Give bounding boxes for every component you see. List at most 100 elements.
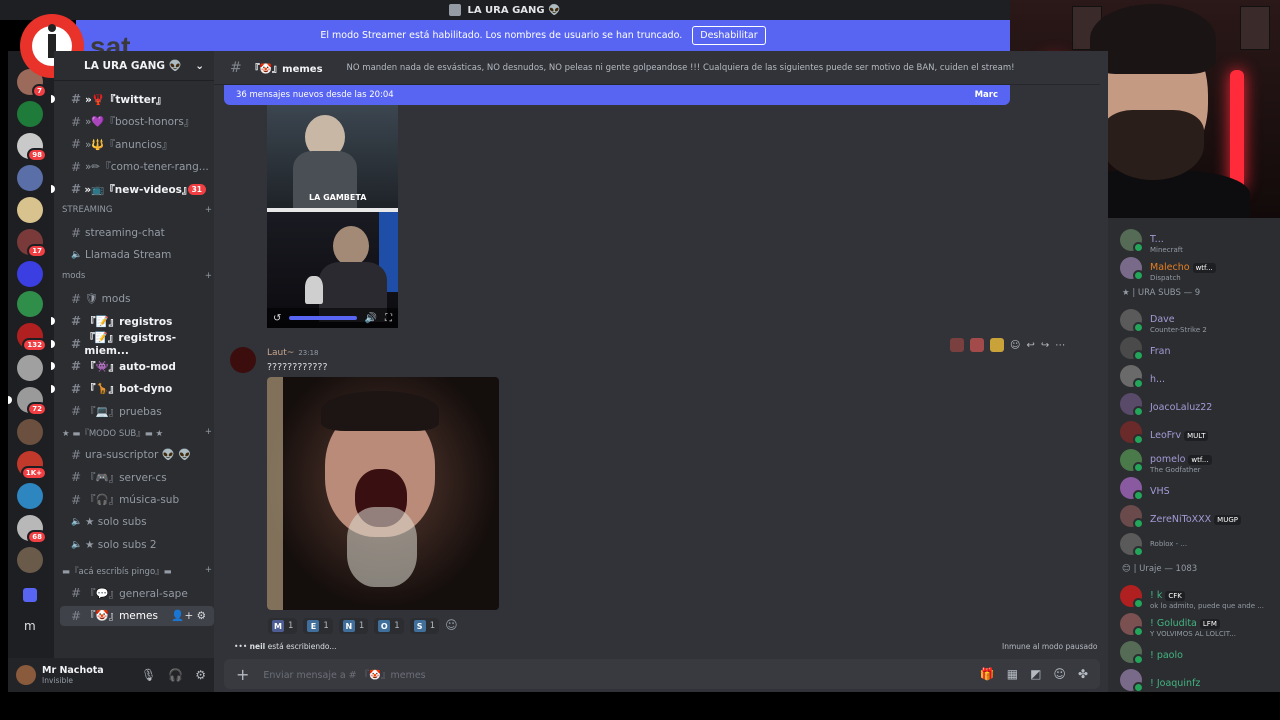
add-channel-icon[interactable]: + [205, 271, 212, 281]
server-header[interactable]: LA URA GANG 👽 ⌄ [54, 51, 214, 81]
add-channel-icon[interactable]: + [205, 565, 212, 577]
microphone-icon[interactable]: 🎙 [141, 668, 156, 682]
add-reaction-icon[interactable]: ☺ [445, 618, 458, 634]
server-icon[interactable] [17, 547, 43, 573]
reply-icon[interactable]: ↩ [1026, 340, 1034, 351]
composer-placeholder[interactable]: Enviar mensaje a # 『🤡』memes [263, 667, 425, 681]
member-item[interactable]: T... Minecraft [1120, 226, 1280, 254]
channel-item[interactable]: # »📺『new-videos』 31 [51, 179, 214, 199]
reaction-button[interactable]: M1 [268, 618, 298, 634]
channel-item[interactable]: # »🔱『anuncios』 [54, 134, 214, 154]
add-reaction-icon[interactable]: ☺ [1010, 340, 1020, 351]
channel-item[interactable]: # 『💬』general-sape [54, 583, 214, 603]
server-icon[interactable] [17, 165, 43, 191]
server-icon[interactable]: 72 [8, 387, 47, 416]
gear-icon[interactable]: ⚙ [195, 668, 206, 682]
volume-icon[interactable]: 🔊 [365, 313, 377, 324]
fullscreen-icon[interactable]: ⛶ [385, 313, 392, 324]
member-item[interactable]: ! k CFK ok lo admito, puede que ande ... [1120, 582, 1280, 610]
add-channel-icon[interactable]: + [205, 427, 212, 439]
channel-item[interactable]: # 『📝』registros-miem... [51, 332, 214, 357]
reaction-button[interactable]: O1 [374, 618, 404, 634]
server-icon[interactable] [17, 419, 43, 445]
reaction-button[interactable]: N1 [338, 618, 369, 634]
member-item[interactable]: ZereNiToXXX MUGP [1120, 502, 1280, 530]
add-attachment-icon[interactable]: + [236, 665, 249, 684]
reaction-shortcut-icon[interactable] [970, 338, 984, 352]
channel-topic[interactable]: NO manden nada de esvásticas, NO desnudo… [347, 63, 1015, 73]
more-icon[interactable]: ⋯ [1055, 340, 1065, 351]
reaction-shortcut-icon[interactable] [990, 338, 1004, 352]
embed-video-frame[interactable]: ↺ 🔊 ⛶ [267, 212, 398, 328]
member-item[interactable]: h... [1120, 362, 1280, 390]
server-icon[interactable] [17, 197, 43, 223]
new-messages-bar[interactable]: 36 mensajes nuevos desde las 20:04 Marc [224, 85, 1010, 105]
mark-read-button[interactable]: Marc [975, 90, 998, 100]
channel-item[interactable]: # »🦞『twitter』 [51, 89, 214, 109]
server-icon[interactable]: 132 [17, 323, 47, 352]
video-progress[interactable] [289, 316, 357, 320]
member-item[interactable]: pomelo wtf... The Godfather [1120, 446, 1280, 474]
member-item[interactable]: LeoFrv MULT [1120, 418, 1280, 446]
member-item[interactable]: JoacoLaluz22 [1120, 390, 1280, 418]
add-channel-icon[interactable]: + [205, 205, 212, 215]
replay-icon[interactable]: ↺ [273, 313, 281, 324]
headphones-icon[interactable]: 🎧 [168, 668, 183, 682]
server-letter-icon[interactable]: m [24, 619, 36, 633]
avatar[interactable] [16, 665, 36, 685]
channel-item[interactable]: # 『👾』auto-mod [51, 356, 214, 376]
message-image-attachment[interactable] [267, 377, 499, 610]
channel-item[interactable]: # 『🦒』bot-dyno [51, 379, 214, 399]
member-item[interactable]: Fran [1120, 334, 1280, 362]
apps-icon[interactable]: ✤ [1078, 667, 1088, 681]
server-icon[interactable] [17, 291, 43, 317]
channel-settings-icon[interactable]: 👤+ ⚙ [171, 609, 206, 622]
channel-item[interactable]: 🔈 ★ solo subs 2 [54, 535, 214, 555]
reaction-button[interactable]: S1 [409, 618, 440, 634]
server-icon[interactable] [17, 355, 43, 381]
member-item[interactable]: Dave Counter-Strike 2 [1120, 306, 1280, 334]
member-item[interactable]: Roblox - ... [1120, 530, 1280, 558]
emoji-icon[interactable]: ☺ [1053, 667, 1066, 681]
category-header[interactable]: STREAMING + [62, 205, 212, 215]
server-icon[interactable]: 98 [17, 133, 47, 162]
disable-streamer-button[interactable]: Deshabilitar [692, 26, 766, 45]
channel-item[interactable]: # 『🎮』server-cs [54, 467, 214, 487]
server-icon[interactable] [17, 101, 43, 127]
server-icon[interactable] [17, 483, 43, 509]
channel-item[interactable]: # 『📝』registros [51, 311, 214, 331]
channel-item[interactable]: # 🛡 mods [54, 289, 214, 309]
channel-item[interactable]: # ura-suscriptor 👽 👽 [54, 445, 214, 465]
member-item[interactable]: ! Joaquinfz [1120, 666, 1280, 692]
member-item[interactable]: VHS [1120, 474, 1280, 502]
reaction-shortcut-icon[interactable] [950, 338, 964, 352]
category-header[interactable]: ★ ▬『MODO SUB』▬ ★ + [62, 427, 212, 439]
forward-icon[interactable]: ↪ [1041, 340, 1049, 351]
channel-item[interactable]: # streaming-chat [54, 223, 214, 243]
channel-item[interactable]: # »💜『boost-honors』 [54, 112, 214, 132]
gif-icon[interactable]: ▦ [1007, 667, 1018, 681]
message-composer[interactable]: + Enviar mensaje a # 『🤡』memes 🎁 ▦ ◩ ☺ ✤ [224, 659, 1100, 689]
member-item[interactable]: Malecho wtf... Dispatch [1120, 254, 1280, 282]
server-icon[interactable] [17, 261, 43, 287]
member-item[interactable]: ! Goludita LFM Y VOLVIMOS AL LOLCIT... [1120, 610, 1280, 638]
channel-item[interactable]: # 『🎧』música-sub [54, 490, 214, 510]
channel-item[interactable]: # 『💻』pruebas [54, 401, 214, 421]
gift-icon[interactable]: 🎁 [980, 667, 995, 681]
channel-item[interactable]: # 『🤡』memes 👤+ ⚙ [60, 605, 214, 626]
sticker-icon[interactable]: ◩ [1030, 667, 1041, 681]
folder-icon[interactable] [23, 588, 37, 602]
embed-video-frame[interactable]: LA GAMBETA [267, 105, 398, 208]
server-icon[interactable]: 17 [17, 229, 47, 258]
message-author[interactable]: Laut~ [267, 348, 294, 358]
channel-item[interactable]: 🔈 ★ solo subs [54, 512, 214, 532]
member-item[interactable]: ! paolo [1120, 638, 1280, 666]
channel-item[interactable]: 🔈 Llamada Stream [54, 245, 214, 265]
avatar[interactable] [230, 347, 256, 373]
channel-item[interactable]: # »✏『como-tener-rang... [54, 157, 214, 177]
server-icon[interactable]: 68 [17, 515, 47, 544]
reaction-button[interactable]: E1 [303, 618, 333, 634]
category-header[interactable]: mods + [62, 271, 212, 281]
server-icon[interactable]: 1K+ [17, 451, 47, 480]
category-header[interactable]: ▬『acá escribís pingo』▬ + [62, 565, 212, 577]
